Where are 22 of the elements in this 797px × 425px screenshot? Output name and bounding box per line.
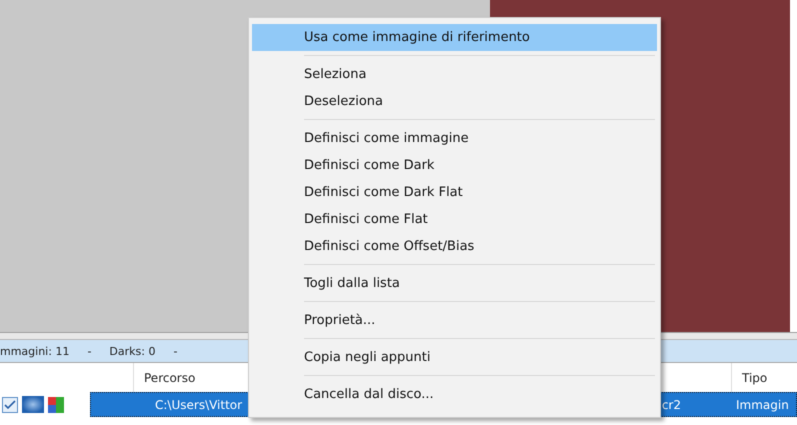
thumbnail-icon <box>22 396 44 413</box>
menu-item[interactable]: Usa come immagine di riferimento <box>252 24 657 51</box>
color-grid-icon <box>48 396 64 412</box>
menu-item[interactable]: Definisci come Dark <box>252 152 657 179</box>
table-cell-text: cr2 <box>660 398 682 412</box>
table-cell-text: C:\Users\Vittor <box>154 398 244 412</box>
status-text: - <box>173 344 178 358</box>
menu-item[interactable]: Deseleziona <box>252 88 657 115</box>
menu-item[interactable]: Definisci come immagine <box>252 125 657 152</box>
menu-item[interactable]: Copia negli appunti <box>252 344 657 371</box>
status-text: mmagini: 11 <box>0 344 70 358</box>
menu-item[interactable]: Proprietà... <box>252 307 657 334</box>
status-text: Darks: 0 <box>109 344 156 358</box>
status-text: - <box>87 344 92 358</box>
menu-item[interactable]: Cancella dal disco... <box>252 381 657 408</box>
menu-item[interactable]: Definisci come Flat <box>252 206 657 233</box>
table-cell-text: Immagin <box>735 398 790 412</box>
menu-item[interactable]: Definisci come Dark Flat <box>252 179 657 206</box>
menu-item[interactable]: Definisci come Offset/Bias <box>252 233 657 260</box>
menu-item[interactable]: Togli dalla lista <box>252 270 657 297</box>
checkbox[interactable] <box>2 396 18 412</box>
menu-item[interactable]: Seleziona <box>252 61 657 88</box>
